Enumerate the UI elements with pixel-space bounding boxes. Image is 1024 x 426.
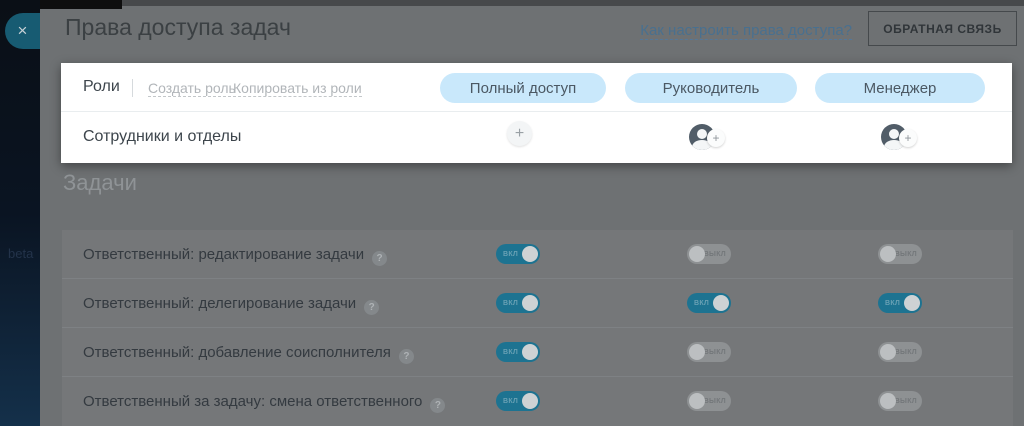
panel-top-edge-dark <box>40 0 122 9</box>
add-member-button-supervisor[interactable]: + <box>689 124 729 152</box>
role-tab-manager[interactable]: Менеджер <box>815 73 985 103</box>
tasks-section-title: Задачи <box>63 170 137 195</box>
task-permission-label: Ответственный за задачу: смена ответстве… <box>83 393 446 413</box>
add-member-button-manager[interactable]: + <box>881 124 921 152</box>
create-role-link[interactable]: Создать роль <box>148 80 236 97</box>
toggle-knob <box>522 246 538 262</box>
toggle-manager[interactable]: ВКЛ <box>878 293 922 313</box>
toggle-knob <box>689 344 705 360</box>
toggle-supervisor[interactable]: ВЫКЛ <box>687 244 731 264</box>
role-tab-supervisor[interactable]: Руководитель <box>625 73 797 103</box>
beta-label: beta <box>8 246 34 261</box>
toggle-full-access[interactable]: ВКЛ <box>496 391 540 411</box>
close-icon: × <box>17 21 28 40</box>
divider <box>132 79 133 97</box>
toggle-state-label: ВКЛ <box>503 349 519 356</box>
help-icon[interactable]: ? <box>364 300 380 315</box>
toggle-supervisor[interactable]: ВЫКЛ <box>687 391 731 411</box>
task-permission-text: Ответственный: редактирование задачи <box>83 246 365 263</box>
toggle-knob <box>880 246 896 262</box>
slider-panel: Права доступа задач Как настроить права … <box>40 0 1024 426</box>
toggle-full-access[interactable]: ВКЛ <box>496 244 540 264</box>
toggle-full-access[interactable]: ВКЛ <box>496 293 540 313</box>
toggle-supervisor[interactable]: ВЫКЛ <box>687 342 731 362</box>
toggle-state-label: ВКЛ <box>694 300 710 307</box>
toggle-knob <box>689 246 705 262</box>
task-permission-row: Ответственный: редактирование задачи? ВКЛ… <box>62 230 1013 279</box>
roles-row: Роли Создать роль Копировать из роли Пол… <box>61 63 1012 112</box>
task-permission-row: Ответственный за задачу: смена ответстве… <box>62 377 1013 426</box>
toggle-state-label: ВЫКЛ <box>703 349 726 356</box>
toggle-state-label: ВКЛ <box>503 300 519 307</box>
task-permission-label: Ответственный: добавление соисполнителя? <box>83 344 414 364</box>
task-permission-text: Ответственный за задачу: смена ответстве… <box>83 393 423 410</box>
copy-role-link[interactable]: Копировать из роли <box>233 80 362 97</box>
toggle-knob <box>880 344 896 360</box>
toggle-knob <box>522 393 538 409</box>
tasks-permission-list: Ответственный: редактирование задачи? ВКЛ… <box>62 230 1013 426</box>
toggle-knob <box>522 295 538 311</box>
toggle-state-label: ВЫКЛ <box>703 398 726 405</box>
toggle-knob <box>713 295 729 311</box>
toggle-state-label: ВКЛ <box>503 398 519 405</box>
toggle-manager[interactable]: ВЫКЛ <box>878 244 922 264</box>
toggle-state-label: ВЫКЛ <box>894 398 917 405</box>
add-member-button-full-access[interactable]: + <box>507 121 532 146</box>
roles-card: Роли Создать роль Копировать из роли Пол… <box>61 63 1012 163</box>
toggle-state-label: ВКЛ <box>885 300 901 307</box>
toggle-knob <box>880 393 896 409</box>
role-tab-full-access[interactable]: Полный доступ <box>440 73 606 103</box>
help-icon[interactable]: ? <box>398 349 414 364</box>
toggle-supervisor[interactable]: ВКЛ <box>687 293 731 313</box>
toggle-full-access[interactable]: ВКЛ <box>496 342 540 362</box>
roles-label: Роли <box>83 78 120 95</box>
page-title: Права доступа задач <box>65 14 291 40</box>
help-icon[interactable]: ? <box>430 398 446 413</box>
toggle-knob <box>522 344 538 360</box>
task-permission-row: Ответственный: добавление соисполнителя?… <box>62 328 1013 377</box>
task-permission-label: Ответственный: редактирование задачи? <box>83 246 388 266</box>
task-permissions-screen: beta × Права доступа задач Как настроить… <box>0 0 1024 426</box>
toggle-state-label: ВЫКЛ <box>894 251 917 258</box>
feedback-button[interactable]: ОБРАТНАЯ СВЯЗЬ <box>868 11 1017 46</box>
toggle-manager[interactable]: ВЫКЛ <box>878 391 922 411</box>
panel-top-edge <box>40 0 1024 6</box>
toggle-state-label: ВЫКЛ <box>894 349 917 356</box>
plus-icon: + <box>899 129 917 147</box>
plus-icon: + <box>707 129 725 147</box>
toggle-knob <box>689 393 705 409</box>
toggle-state-label: ВЫКЛ <box>703 251 726 258</box>
toggle-state-label: ВКЛ <box>503 251 519 258</box>
employees-row: Сотрудники и отделы + + + <box>61 112 1012 162</box>
task-permission-text: Ответственный: делегирование задачи <box>83 295 357 312</box>
app-sidebar: beta <box>0 0 40 426</box>
task-permission-row: Ответственный: делегирование задачи? ВКЛ В… <box>62 279 1013 328</box>
task-permission-text: Ответственный: добавление соисполнителя <box>83 344 391 361</box>
close-button[interactable]: × <box>5 13 40 49</box>
help-link[interactable]: Как настроить права доступа? <box>640 22 852 40</box>
help-icon[interactable]: ? <box>372 251 388 266</box>
task-permission-label: Ответственный: делегирование задачи? <box>83 295 380 315</box>
employees-label: Сотрудники и отделы <box>83 128 242 145</box>
toggle-knob <box>904 295 920 311</box>
toggle-manager[interactable]: ВЫКЛ <box>878 342 922 362</box>
